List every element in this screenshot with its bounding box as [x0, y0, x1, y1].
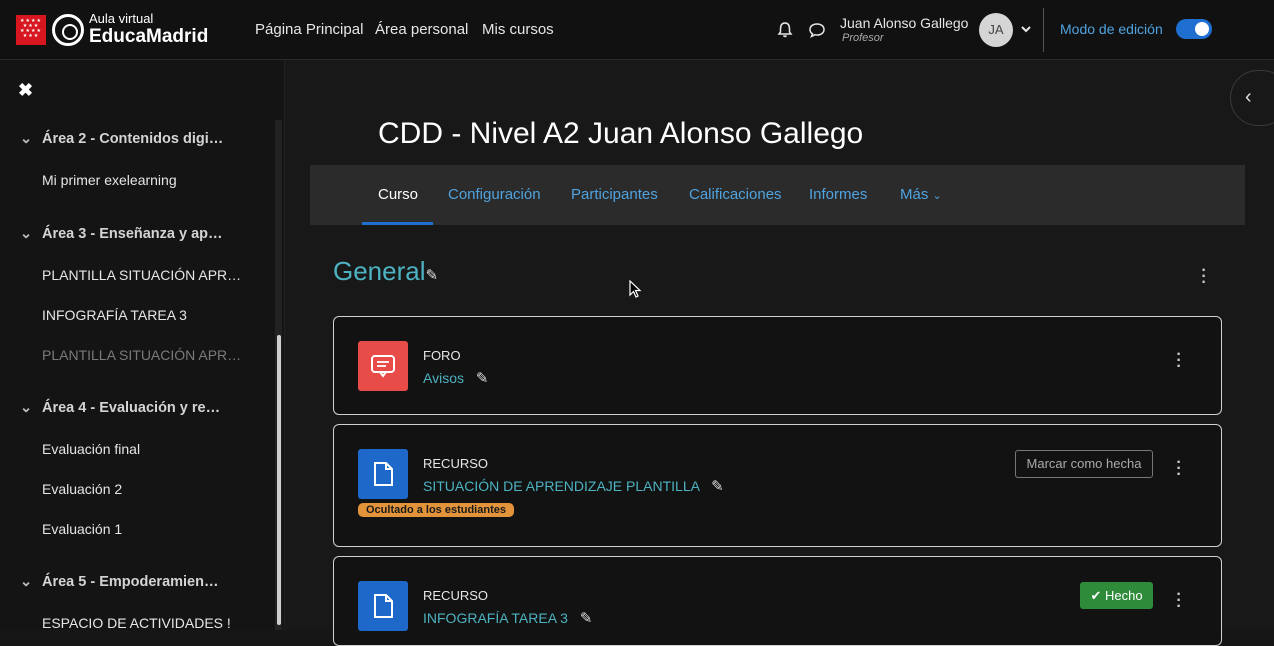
- chevron-down-icon[interactable]: [1019, 22, 1033, 36]
- nav-my-courses[interactable]: Mis cursos: [482, 21, 554, 38]
- chevron-down-icon[interactable]: ⌄: [20, 574, 34, 590]
- status-badge: Ocultado a los estudiantes: [358, 503, 514, 517]
- activity-name[interactable]: Avisos: [423, 370, 464, 386]
- activity-link[interactable]: INFOGRAFÍA TAREA 3 ✎: [423, 609, 592, 627]
- user-role: Profesor: [842, 32, 884, 44]
- chevron-down-icon: ⌄: [932, 190, 942, 202]
- close-drawer-icon[interactable]: ✖: [18, 80, 33, 101]
- nav-dashboard[interactable]: Área personal: [375, 21, 468, 38]
- tab-reports[interactable]: Informes: [809, 186, 867, 203]
- sidebar-item[interactable]: Mi primer exelearning: [42, 172, 177, 188]
- sidebar-item[interactable]: Evaluación 2: [42, 481, 122, 497]
- chevron-down-icon[interactable]: ⌄: [20, 131, 34, 147]
- section-title-label: General: [333, 256, 426, 286]
- file-icon[interactable]: [358, 581, 408, 631]
- sidebar-section-label: Área 4 - Evaluación y re…: [42, 400, 221, 416]
- tab-settings[interactable]: Configuración: [448, 186, 541, 203]
- sidebar-item-hidden[interactable]: PLANTILLA SITUACIÓN APR…: [42, 347, 241, 363]
- file-icon[interactable]: [358, 449, 408, 499]
- activity-link[interactable]: Avisos ✎: [423, 369, 488, 387]
- activity-actions-kebab-icon[interactable]: · · ·: [1175, 455, 1183, 483]
- tab-participants[interactable]: Participantes: [571, 186, 658, 203]
- user-name[interactable]: Juan Alonso Gallego: [840, 15, 968, 31]
- done-button[interactable]: ✔ Hecho: [1080, 582, 1153, 609]
- edit-mode-label: Modo de edición: [1060, 21, 1163, 37]
- sidebar-section-area2[interactable]: ⌄ Área 2 - Contenidos digi…: [20, 131, 223, 147]
- edit-pencil-icon[interactable]: ✎: [476, 369, 489, 387]
- sidebar-section-area5[interactable]: ⌄ Área 5 - Empoderamien…: [20, 574, 218, 590]
- nav-home[interactable]: Página Principal: [255, 21, 363, 38]
- forum-icon[interactable]: [358, 341, 408, 391]
- activity-card: [333, 316, 1222, 415]
- drawer-scrollbar-thumb[interactable]: [277, 335, 281, 625]
- edit-pencil-icon[interactable]: ✎: [711, 477, 724, 495]
- edit-pencil-icon[interactable]: ✎: [580, 609, 593, 627]
- done-label: Hecho: [1104, 588, 1143, 603]
- tab-more[interactable]: Más ⌄: [900, 186, 942, 203]
- sidebar-item[interactable]: PLANTILLA SITUACIÓN APR…: [42, 267, 241, 283]
- comunidad-madrid-flag-icon: ★★★★ ★★★ ★★★★ ★★★: [16, 15, 46, 45]
- activity-actions-kebab-icon[interactable]: · · ·: [1175, 347, 1183, 375]
- sidebar-section-label: Área 5 - Empoderamien…: [42, 574, 219, 590]
- top-navbar: ★★★★ ★★★ ★★★★ ★★★ Aula virtual EducaMadrid …: [0, 0, 1274, 60]
- chevron-down-icon[interactable]: ⌄: [20, 400, 34, 416]
- educamadrid-logo-icon[interactable]: [52, 14, 84, 46]
- sidebar-item[interactable]: INFOGRAFÍA TAREA 3: [42, 307, 187, 323]
- activity-actions-kebab-icon[interactable]: · · ·: [1175, 587, 1183, 615]
- bell-icon[interactable]: [776, 21, 794, 39]
- activity-type: RECURSO: [423, 456, 489, 471]
- sidebar-item[interactable]: Evaluación final: [42, 441, 140, 457]
- mouse-cursor-icon: [629, 280, 642, 298]
- activity-type: RECURSO: [423, 588, 489, 603]
- messages-icon[interactable]: [808, 21, 826, 39]
- activity-name[interactable]: INFOGRAFÍA TAREA 3: [423, 610, 568, 626]
- sidebar-section-label: Área 2 - Contenidos digi…: [42, 131, 224, 147]
- logo-title[interactable]: EducaMadrid: [89, 26, 208, 48]
- page-title: CDD - Nivel A2 Juan Alonso Gallego: [378, 117, 864, 150]
- mark-as-done-button[interactable]: Marcar como hecha: [1015, 450, 1153, 478]
- sidebar-item[interactable]: ESPACIO DE ACTIVIDADES !: [42, 615, 231, 631]
- check-icon: ✔: [1090, 588, 1102, 603]
- tab-course[interactable]: Curso: [378, 186, 418, 203]
- tab-grades[interactable]: Calificaciones: [689, 186, 782, 203]
- activity-name[interactable]: SITUACIÓN DE APRENDIZAJE PLANTILLA: [423, 478, 699, 494]
- chevron-left-icon: ‹: [1245, 86, 1252, 108]
- tab-more-label: Más: [900, 186, 929, 203]
- section-title[interactable]: General✎: [333, 256, 438, 287]
- logo-subtitle: Aula virtual: [89, 11, 154, 26]
- sidebar-section-label: Área 3 - Enseñanza y ap…: [42, 226, 223, 242]
- avatar[interactable]: JA: [979, 13, 1013, 47]
- sidebar-section-area3[interactable]: ⌄ Área 3 - Enseñanza y ap…: [20, 226, 223, 242]
- chevron-down-icon[interactable]: ⌄: [20, 226, 34, 242]
- navbar-divider: [1043, 8, 1044, 52]
- sidebar-item[interactable]: Evaluación 1: [42, 521, 122, 537]
- activity-link[interactable]: SITUACIÓN DE APRENDIZAJE PLANTILLA ✎: [423, 477, 724, 495]
- edit-pencil-icon[interactable]: ✎: [426, 266, 439, 284]
- edit-mode-toggle[interactable]: [1176, 19, 1212, 39]
- sidebar-section-area4[interactable]: ⌄ Área 4 - Evaluación y re…: [20, 400, 220, 416]
- activity-type: FORO: [423, 348, 461, 363]
- active-tab-indicator: [362, 222, 433, 225]
- section-actions-kebab-icon[interactable]: · · ·: [1200, 263, 1208, 291]
